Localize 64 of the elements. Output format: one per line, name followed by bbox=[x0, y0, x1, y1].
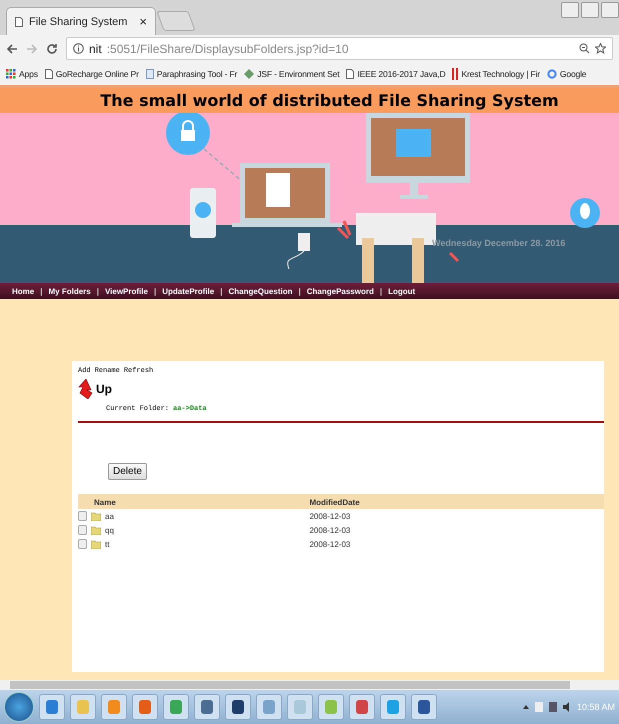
taskbar-app-icon[interactable] bbox=[225, 694, 251, 720]
bookmark-link[interactable]: Krest Technology | Fir bbox=[461, 68, 540, 78]
nav-separator: | bbox=[220, 286, 222, 296]
site-title: The small world of distributed File Sharing System bbox=[100, 91, 559, 110]
page-icon bbox=[44, 68, 53, 78]
nav-link[interactable]: ChangeQuestion bbox=[228, 286, 292, 296]
apps-grid-icon bbox=[6, 68, 16, 78]
taskbar-app-icon[interactable] bbox=[411, 694, 437, 720]
up-link[interactable]: Up bbox=[96, 382, 112, 396]
nav-separator: | bbox=[40, 286, 42, 296]
nav-link[interactable]: Logout bbox=[388, 286, 416, 296]
start-button[interactable] bbox=[4, 692, 34, 722]
star-icon[interactable] bbox=[595, 43, 606, 54]
nav-separator: | bbox=[154, 286, 156, 296]
browser-tab[interactable]: File Sharing System × bbox=[6, 7, 156, 35]
new-tab-button[interactable] bbox=[156, 11, 196, 31]
column-header: Name bbox=[78, 494, 310, 509]
nav-separator: | bbox=[298, 286, 301, 296]
row-checkbox[interactable] bbox=[78, 539, 87, 549]
url-host: nit bbox=[89, 42, 102, 56]
document-icon bbox=[146, 68, 154, 78]
url-path: :5051/FileShare/DisplaysubFolders.jsp?id=10 bbox=[106, 42, 350, 56]
folder-name[interactable]: tt bbox=[105, 540, 110, 549]
taskbar-app-icon[interactable] bbox=[349, 694, 375, 720]
reload-icon[interactable] bbox=[46, 42, 58, 54]
tray-icons-drawing bbox=[520, 701, 571, 713]
row-checkbox[interactable] bbox=[78, 511, 87, 521]
folder-name[interactable]: aa bbox=[105, 512, 114, 521]
table-cell: 2008-12-03 bbox=[309, 509, 604, 523]
nav-link[interactable]: My Folders bbox=[48, 286, 91, 296]
table-cell-text: 2008-12-03 bbox=[309, 538, 352, 550]
column-header: ModifiedDate bbox=[309, 494, 604, 509]
taskbar-app-icon[interactable] bbox=[194, 694, 220, 720]
back-arrow-icon[interactable] bbox=[6, 42, 18, 54]
bookmark-link[interactable]: JSF - Environment Set bbox=[257, 68, 340, 78]
bookmark-link[interactable]: Apps bbox=[19, 68, 38, 78]
scrollbar-thumb[interactable] bbox=[10, 681, 570, 689]
info-icon bbox=[73, 43, 84, 54]
nav-link[interactable]: Home bbox=[12, 286, 34, 296]
diamond-icon bbox=[244, 68, 254, 78]
bookmark-link[interactable]: Google bbox=[560, 68, 586, 78]
table-cell-text: 2008-12-03 bbox=[309, 524, 352, 536]
nav-link[interactable]: UpdateProfile bbox=[162, 286, 214, 296]
up-arrow-icon[interactable] bbox=[78, 379, 94, 399]
bars-icon bbox=[452, 68, 458, 80]
folder-name[interactable]: qq bbox=[105, 526, 114, 535]
zoom-icon[interactable] bbox=[579, 43, 590, 54]
bookmark-link[interactable]: IEEE 2016-2017 Java,D bbox=[357, 68, 446, 78]
nav-link[interactable]: ChangePassword bbox=[306, 286, 374, 296]
nav-link[interactable]: ViewProfile bbox=[104, 286, 148, 296]
bookmark-link[interactable]: GoRecharge Online Pr bbox=[56, 68, 139, 78]
date-text: Wednesday December 28. 2016 bbox=[432, 238, 566, 248]
row-checkbox[interactable] bbox=[78, 525, 87, 535]
address-bar[interactable]: nit :5051/FileShare/DisplaysubFolders.jsp?id=10 bbox=[66, 37, 613, 60]
bookmark-link[interactable]: Paraphrasing Tool - Fr bbox=[156, 68, 238, 78]
page-icon bbox=[15, 16, 23, 26]
clock: 10:58 AM bbox=[576, 702, 615, 712]
tab-title: File Sharing System bbox=[29, 16, 128, 28]
nav-separator: | bbox=[96, 286, 99, 296]
page-icon bbox=[346, 68, 354, 78]
delete-button[interactable]: Delete bbox=[108, 463, 147, 480]
tab-close-button[interactable]: × bbox=[139, 14, 147, 29]
nav-separator: | bbox=[380, 286, 382, 296]
forward-arrow-icon[interactable] bbox=[26, 42, 38, 54]
